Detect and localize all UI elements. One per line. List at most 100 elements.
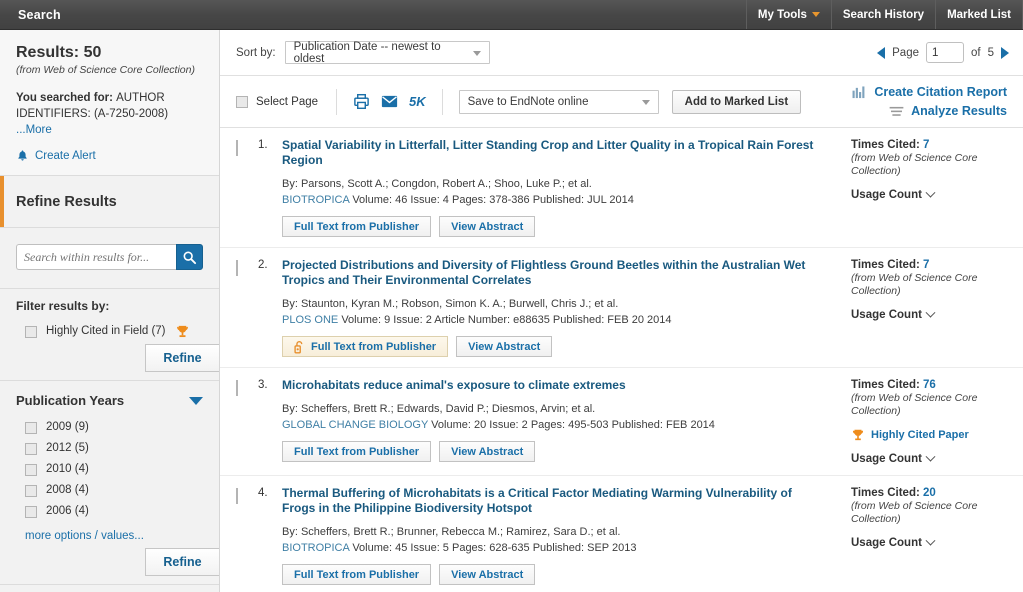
app-label: Search: [18, 7, 61, 22]
publication-year-option[interactable]: 2009 (9): [0, 417, 219, 438]
result-title-link[interactable]: Spatial Variability in Litterfall, Litte…: [282, 138, 827, 168]
times-cited-value[interactable]: 7: [923, 259, 929, 271]
times-cited-label: Times Cited:: [851, 487, 923, 499]
view-abstract-button[interactable]: View Abstract: [439, 441, 536, 462]
publication-years-header[interactable]: Publication Years: [0, 381, 219, 417]
page-number-input[interactable]: [926, 42, 964, 63]
checkbox-result[interactable]: [236, 488, 238, 504]
checkbox-highly-cited[interactable]: [25, 325, 37, 338]
usage-count-label: Usage Count: [851, 453, 922, 465]
times-cited-value[interactable]: 20: [923, 487, 936, 499]
publication-year-option[interactable]: 2008 (4): [0, 480, 219, 501]
result-journal-link[interactable]: GLOBAL CHANGE BIOLOGY: [282, 419, 428, 431]
times-cited-value[interactable]: 7: [923, 139, 929, 151]
refine-results-header: Refine Results: [0, 176, 219, 228]
checkbox-result[interactable]: [236, 140, 238, 156]
analyze-results-label: Analyze Results: [911, 104, 1007, 118]
result-title-link[interactable]: Projected Distributions and Diversity of…: [282, 258, 827, 288]
five-k-button[interactable]: 5K: [409, 94, 426, 109]
publication-year-option[interactable]: 2006 (4): [0, 501, 219, 522]
filter-highly-cited-row[interactable]: Highly Cited in Field (7): [0, 321, 219, 342]
result-authors: By: Staunton, Kyran M.; Robson, Simon K.…: [282, 298, 619, 310]
create-citation-report-link[interactable]: Create Citation Report: [852, 85, 1007, 99]
analyze-results-link[interactable]: Analyze Results: [889, 104, 1007, 118]
nav-search-history[interactable]: Search History: [830, 0, 935, 29]
results-source: (from Web of Science Core Collection): [16, 64, 195, 76]
search-within-button[interactable]: [176, 244, 203, 270]
result-source-details: Volume: 9 Issue: 2 Article Number: e8863…: [341, 314, 672, 326]
checkbox-year[interactable]: [25, 505, 37, 518]
result-title-link[interactable]: Microhabitats reduce animal's exposure t…: [282, 378, 827, 393]
times-cited-label: Times Cited:: [851, 139, 923, 151]
analysis-links: Create Citation Report Analyze Results: [852, 85, 1009, 118]
checkbox-year[interactable]: [25, 421, 37, 434]
refine-button-row-filter: Refine: [0, 342, 219, 380]
result-source-details: Volume: 20 Issue: 2 Pages: 495-503 Publi…: [431, 419, 715, 431]
previous-page-button[interactable]: [877, 46, 886, 59]
full-text-button[interactable]: Full Text from Publisher: [282, 216, 432, 237]
result-journal-link[interactable]: PLOS ONE: [282, 314, 338, 326]
checkbox-result[interactable]: [236, 260, 238, 276]
highly-cited-paper-badge[interactable]: Highly Cited Paper: [851, 428, 1009, 442]
more-options-link[interactable]: more options / values...: [25, 530, 144, 542]
save-to-select[interactable]: Save to EndNote online: [458, 89, 659, 114]
times-cited-line: Times Cited: 7: [851, 259, 1009, 271]
full-text-button[interactable]: Full Text from Publisher: [282, 336, 449, 357]
result-citation-cell: Times Cited: 76 (from Web of Science Cor…: [841, 378, 1009, 465]
chevron-down-icon: [472, 50, 481, 56]
usage-count-toggle[interactable]: Usage Count: [851, 451, 1009, 465]
search-within-input[interactable]: [16, 244, 176, 270]
add-to-marked-list-button[interactable]: Add to Marked List: [671, 89, 802, 114]
select-page-row[interactable]: Select Page: [236, 95, 336, 108]
refine-button-years[interactable]: Refine: [145, 548, 219, 576]
create-alert-label[interactable]: Create Alert: [35, 150, 96, 162]
chevron-down-icon[interactable]: [189, 396, 203, 405]
wos-categories-header[interactable]: Web of Science Categories: [0, 585, 219, 592]
publication-year-label: 2010 (4): [46, 463, 89, 475]
search-query-more-link[interactable]: ...More: [16, 124, 52, 136]
action-bar: Select Page 5K Save to EndNote online Ad…: [220, 76, 1023, 128]
usage-count-label: Usage Count: [851, 189, 922, 201]
usage-count-toggle[interactable]: Usage Count: [851, 535, 1009, 549]
result-number: 1.: [258, 139, 268, 151]
next-page-button[interactable]: [1001, 46, 1009, 59]
chevron-down-icon: [925, 187, 936, 198]
refine-button-filter[interactable]: Refine: [145, 344, 219, 372]
nav-my-tools[interactable]: My Tools: [745, 0, 831, 29]
checkbox-year[interactable]: [25, 442, 37, 455]
results-count: Results: 50: [16, 44, 102, 61]
search-within-results-row: [0, 228, 219, 289]
checkbox-select-page[interactable]: [236, 95, 248, 108]
times-cited-value[interactable]: 76: [923, 379, 936, 391]
publication-year-option[interactable]: 2012 (5): [0, 438, 219, 459]
times-cited-label: Times Cited:: [851, 259, 923, 271]
email-icon[interactable]: [381, 95, 398, 108]
full-text-button[interactable]: Full Text from Publisher: [282, 441, 432, 462]
result-number: 4.: [258, 487, 268, 499]
checkbox-result[interactable]: [236, 380, 238, 396]
search-query-value: (A-7250-2008): [90, 108, 169, 120]
times-cited-line: Times Cited: 20: [851, 487, 1009, 499]
create-alert-row[interactable]: Create Alert: [16, 149, 203, 163]
usage-count-toggle[interactable]: Usage Count: [851, 187, 1009, 201]
search-query-summary: You searched for: AUTHOR IDENTIFIERS: (A…: [16, 90, 203, 138]
view-abstract-button[interactable]: View Abstract: [439, 564, 536, 585]
result-row: 1. Spatial Variability in Litterfall, Li…: [220, 128, 1023, 248]
chevron-down-icon: [811, 12, 820, 17]
print-icon[interactable]: [353, 93, 370, 110]
view-abstract-button[interactable]: View Abstract: [439, 216, 536, 237]
publication-years-section: Publication Years 2009 (9) 2012 (5) 2010…: [0, 381, 219, 585]
of-label: of: [971, 46, 981, 59]
usage-count-toggle[interactable]: Usage Count: [851, 307, 1009, 321]
sort-by-select[interactable]: Publication Date -- newest to oldest: [284, 41, 490, 65]
checkbox-year[interactable]: [25, 484, 37, 497]
publication-year-option[interactable]: 2010 (4): [0, 459, 219, 480]
nav-marked-list[interactable]: Marked List: [935, 0, 1023, 29]
result-source: BIOTROPICA Volume: 46 Issue: 4 Pages: 37…: [282, 192, 827, 208]
full-text-button[interactable]: Full Text from Publisher: [282, 564, 432, 585]
checkbox-year[interactable]: [25, 463, 37, 476]
result-title-link[interactable]: Thermal Buffering of Microhabitats is a …: [282, 486, 827, 516]
result-journal-link[interactable]: BIOTROPICA: [282, 194, 349, 206]
result-journal-link[interactable]: BIOTROPICA: [282, 542, 349, 554]
view-abstract-button[interactable]: View Abstract: [456, 336, 553, 357]
